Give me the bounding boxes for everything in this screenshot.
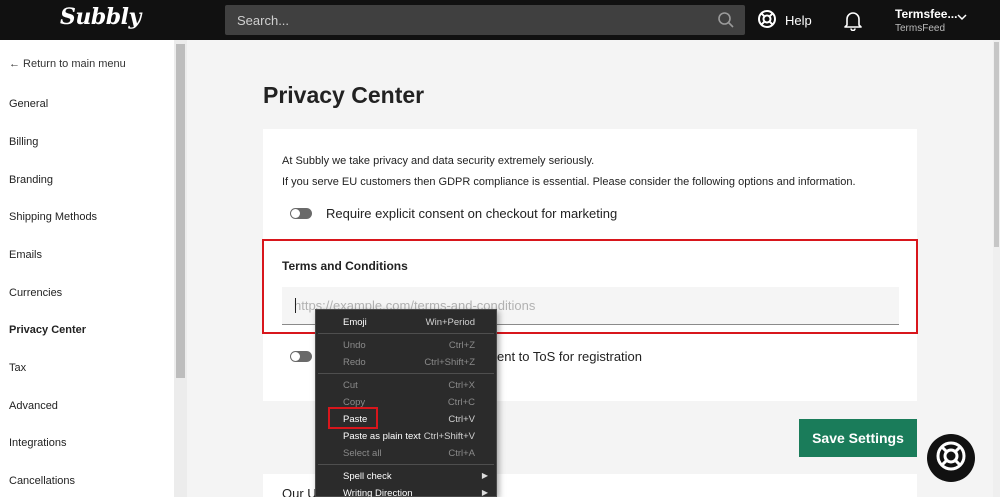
context-menu-separator — [318, 333, 494, 334]
context-menu-item-label: Cut — [343, 380, 358, 391]
lifebuoy-icon — [757, 9, 777, 32]
settings-sidebar: ← Return to main menu General Billing Br… — [0, 40, 187, 497]
account-menu[interactable]: Termsfee... TermsFeed — [895, 7, 967, 34]
sidebar-item-integrations[interactable]: Integrations — [9, 437, 66, 449]
save-settings-button[interactable]: Save Settings — [799, 419, 917, 457]
sidebar-scrollbar-thumb[interactable] — [176, 44, 185, 378]
search-bar[interactable] — [225, 5, 745, 35]
intro-text-line-2: If you serve EU customers then GDPR comp… — [282, 176, 856, 188]
main-scrollbar[interactable] — [993, 40, 1000, 497]
chevron-down-icon[interactable] — [957, 8, 967, 26]
bell-icon[interactable] — [842, 9, 864, 36]
support-chat-button[interactable] — [927, 434, 975, 482]
account-subtitle: TermsFeed — [895, 23, 946, 34]
main-scrollbar-thumb[interactable] — [994, 42, 999, 247]
context-menu-item-shortcut: Ctrl+Z — [448, 340, 475, 351]
context-menu-item-label: Emoji — [343, 317, 367, 328]
context-menu-redo[interactable]: Redo Ctrl+Shift+Z — [316, 354, 496, 371]
context-menu-item-shortcut: Ctrl+X — [448, 380, 475, 391]
context-menu-item-label: Redo — [343, 357, 366, 368]
sidebar-item-cancellations[interactable]: Cancellations — [9, 475, 75, 487]
tos-consent-label: ent to ToS for registration — [497, 349, 643, 364]
sidebar-item-currencies[interactable]: Currencies — [9, 287, 62, 299]
context-menu-item-shortcut: Ctrl+Shift+Z — [424, 357, 475, 368]
lifebuoy-icon — [935, 440, 967, 477]
context-menu-item-label: Writing Direction — [343, 488, 413, 497]
context-menu-item-label: Spell check — [343, 471, 392, 482]
page-title: Privacy Center — [263, 82, 425, 108]
context-menu-item-shortcut: Ctrl+V — [448, 414, 475, 425]
search-icon[interactable] — [717, 11, 735, 34]
context-menu-spell-check[interactable]: Spell check ▶ — [316, 468, 496, 485]
sidebar-item-emails[interactable]: Emails — [9, 249, 42, 261]
intro-text-line-1: At Subbly we take privacy and data secur… — [282, 155, 595, 167]
help-button[interactable]: Help — [757, 9, 812, 31]
sidebar-item-billing[interactable]: Billing — [9, 136, 38, 148]
context-menu-item-label: Undo — [343, 340, 366, 351]
marketing-consent-label: Require explicit consent on checkout for… — [326, 206, 618, 221]
sidebar-item-privacy-center[interactable]: Privacy Center — [9, 324, 86, 336]
triangle-right-icon: ▶ — [481, 471, 488, 480]
paste-highlight-box — [328, 407, 378, 429]
sidebar-item-advanced[interactable]: Advanced — [9, 400, 58, 412]
subbly-logo[interactable]: Subbly — [60, 4, 141, 30]
top-bar: Subbly Help Termsfee... TermsFeed — [0, 0, 1000, 40]
context-menu-item-label: Paste as plain text — [343, 431, 421, 442]
context-menu-item-label: Select all — [343, 448, 382, 459]
context-menu-undo[interactable]: Undo Ctrl+Z — [316, 337, 496, 354]
sidebar-item-shipping-methods[interactable]: Shipping Methods — [9, 211, 97, 223]
help-label: Help — [785, 12, 812, 28]
account-name: Termsfee... — [895, 7, 958, 21]
context-menu-emoji[interactable]: Emoji Win+Period — [316, 314, 496, 331]
context-menu-paste-plain-text[interactable]: Paste as plain text Ctrl+Shift+V — [316, 428, 496, 445]
return-to-main-menu-link[interactable]: ← Return to main menu — [9, 58, 126, 70]
context-menu: Emoji Win+Period Undo Ctrl+Z Redo Ctrl+S… — [315, 309, 497, 497]
tos-consent-toggle[interactable] — [290, 351, 312, 362]
search-input[interactable] — [225, 5, 705, 35]
marketing-consent-toggle[interactable] — [290, 208, 312, 219]
context-menu-item-shortcut: Ctrl+A — [448, 448, 475, 459]
context-menu-writing-direction[interactable]: Writing Direction ▶ — [316, 485, 496, 497]
sidebar-scrollbar[interactable] — [174, 40, 187, 497]
sidebar-item-branding[interactable]: Branding — [9, 174, 53, 186]
context-menu-select-all[interactable]: Select all Ctrl+A — [316, 445, 496, 462]
context-menu-item-shortcut: Ctrl+Shift+V — [423, 431, 475, 442]
context-menu-item-shortcut: Ctrl+C — [447, 397, 475, 408]
context-menu-separator — [318, 464, 494, 465]
sidebar-item-tax[interactable]: Tax — [9, 362, 26, 374]
context-menu-item-shortcut: Win+Period — [425, 317, 475, 328]
triangle-right-icon: ▶ — [481, 488, 488, 497]
context-menu-separator — [318, 373, 494, 374]
secondary-card-heading: Our U — [282, 486, 317, 497]
sidebar-item-general[interactable]: General — [9, 98, 48, 110]
context-menu-cut[interactable]: Cut Ctrl+X — [316, 377, 496, 394]
